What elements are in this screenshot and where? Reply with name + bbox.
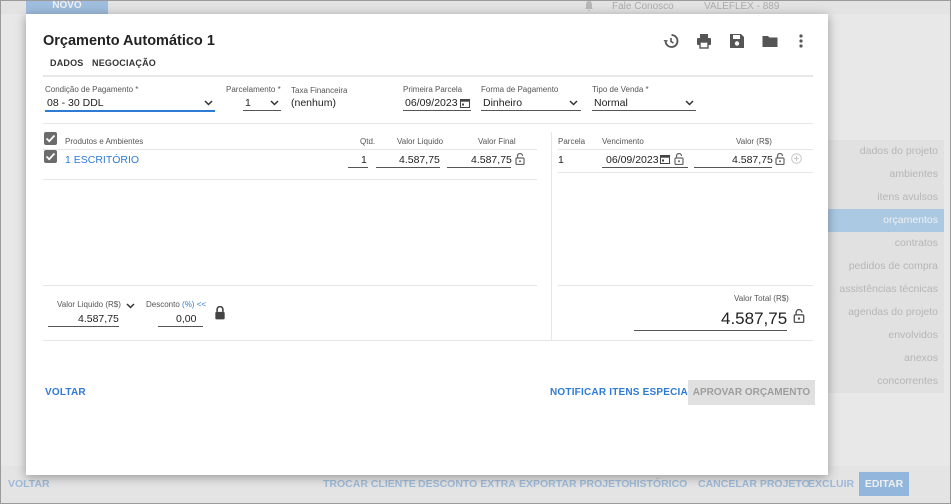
chevron-down-icon[interactable] xyxy=(126,303,135,309)
modal-title: Orçamento Automático 1 xyxy=(43,33,215,49)
footer-divider xyxy=(43,340,813,341)
notificar-itens-especiais-button[interactable]: NOTIFICAR ITENS ESPECIAIS xyxy=(550,387,698,398)
valor-liquido-total: 4.587,75 xyxy=(78,313,119,325)
orcamento-modal: Orçamento Automático 1 DADOS NEGOCIAÇÃO … xyxy=(26,14,828,475)
primeira-parcela-label: Primeira Parcela xyxy=(403,85,463,94)
history-icon[interactable] xyxy=(662,32,680,50)
aprovar-orcamento-button[interactable]: APROVAR ORÇAMENTO xyxy=(688,380,815,405)
produtos-header: Produtos e Ambientes xyxy=(65,137,144,146)
valor-final-input[interactable]: 4.587,75 xyxy=(471,154,512,166)
primeira-parcela-underline xyxy=(403,110,471,111)
desconto-collapse-toggle[interactable]: << xyxy=(197,300,206,309)
more-vert-icon[interactable] xyxy=(792,32,810,50)
unlock-icon[interactable] xyxy=(674,153,684,165)
desconto-input[interactable]: 0,00 xyxy=(176,313,196,325)
tipo-venda-label: Tipo de Venda * xyxy=(592,85,649,94)
vencimento-input[interactable]: 06/09/2023 xyxy=(606,154,659,166)
parcelamento-underline xyxy=(243,110,281,111)
voltar-button[interactable]: VOLTAR xyxy=(45,387,86,398)
chevron-down-icon[interactable] xyxy=(685,100,694,106)
valor-liquido-header: Valor Liquido xyxy=(397,137,444,146)
desconto-underline xyxy=(158,326,203,327)
calendar-icon[interactable] xyxy=(460,98,470,108)
tab-negociacao[interactable]: NEGOCIAÇÃO xyxy=(92,58,156,68)
qtd-input[interactable]: 1 xyxy=(361,154,367,166)
forma-label: Forma de Pagamento xyxy=(481,85,559,94)
tipo-venda-underline xyxy=(592,110,696,111)
desconto-label: Desconto (%) << xyxy=(146,300,207,309)
condicao-label: Condição de Pagamento * xyxy=(45,85,139,94)
parcela-number: 1 xyxy=(558,154,564,166)
valor-liquido-underline xyxy=(376,167,440,168)
chevron-down-icon[interactable] xyxy=(569,100,578,106)
qtd-underline xyxy=(348,167,368,168)
parcelas-row-divider xyxy=(558,172,813,173)
folder-icon[interactable] xyxy=(761,32,779,50)
forma-underline xyxy=(481,110,581,111)
unlock-icon[interactable] xyxy=(775,153,785,165)
parcelas-header-divider xyxy=(558,149,813,150)
print-icon[interactable] xyxy=(695,32,713,50)
valor-total-label: Valor Total (R$) xyxy=(734,294,789,303)
row-divider xyxy=(43,179,537,180)
parcelamento-select[interactable]: 1 xyxy=(245,97,251,109)
parcela-header: Parcela xyxy=(558,137,586,146)
header-divider xyxy=(43,149,537,150)
valor-parcela-underline xyxy=(694,167,772,168)
modal-tabs: DADOS NEGOCIAÇÃO xyxy=(43,57,813,77)
valor-liquido-total-label: Valor Liquido (R$) xyxy=(57,300,121,309)
taxa-value: (nenhum) xyxy=(291,97,336,109)
valor-final-header: Valor Final xyxy=(478,137,516,146)
primeira-parcela-input[interactable]: 06/09/2023 xyxy=(405,97,458,109)
valor-liquido-input[interactable]: 4.587,75 xyxy=(399,154,440,166)
vertical-divider xyxy=(551,132,552,341)
desconto-percent-toggle[interactable]: (%) xyxy=(182,300,194,309)
taxa-label: Taxa Financeira xyxy=(291,86,348,95)
condicao-select[interactable]: 08 - 30 DDL xyxy=(47,97,104,109)
row-checkbox[interactable] xyxy=(44,150,57,163)
summary-divider xyxy=(43,285,537,286)
vencimento-header: Vencimento xyxy=(602,137,644,146)
tab-dados[interactable]: DADOS xyxy=(50,58,84,68)
valor-parcela-input[interactable]: 4.587,75 xyxy=(732,154,773,166)
product-link[interactable]: 1 ESCRITÓRIO xyxy=(65,154,139,166)
qtd-header: Qtd. xyxy=(360,137,376,146)
unlock-icon[interactable] xyxy=(793,309,805,323)
parcelamento-label: Parcelamento * xyxy=(226,85,281,94)
chevron-down-icon[interactable] xyxy=(270,100,279,106)
tipo-venda-select[interactable]: Normal xyxy=(594,97,628,109)
valor-final-underline xyxy=(447,167,511,168)
save-icon[interactable] xyxy=(728,32,746,50)
valor-liquido-total-underline xyxy=(48,326,119,327)
add-circle-icon[interactable] xyxy=(791,153,802,164)
calendar-icon[interactable] xyxy=(660,154,670,164)
forma-select[interactable]: Dinheiro xyxy=(483,97,522,109)
unlock-icon[interactable] xyxy=(515,153,525,165)
divider xyxy=(43,123,813,124)
vencimento-underline xyxy=(602,167,688,168)
valor-header: Valor (R$) xyxy=(736,137,772,146)
valor-total-underline xyxy=(634,330,787,331)
chevron-down-icon[interactable] xyxy=(204,100,213,106)
select-all-checkbox[interactable] xyxy=(44,132,57,145)
valor-total: 4.587,75 xyxy=(721,309,788,328)
summary-divider-right xyxy=(558,285,813,286)
lock-icon[interactable] xyxy=(214,306,226,320)
condicao-underline xyxy=(45,110,215,112)
